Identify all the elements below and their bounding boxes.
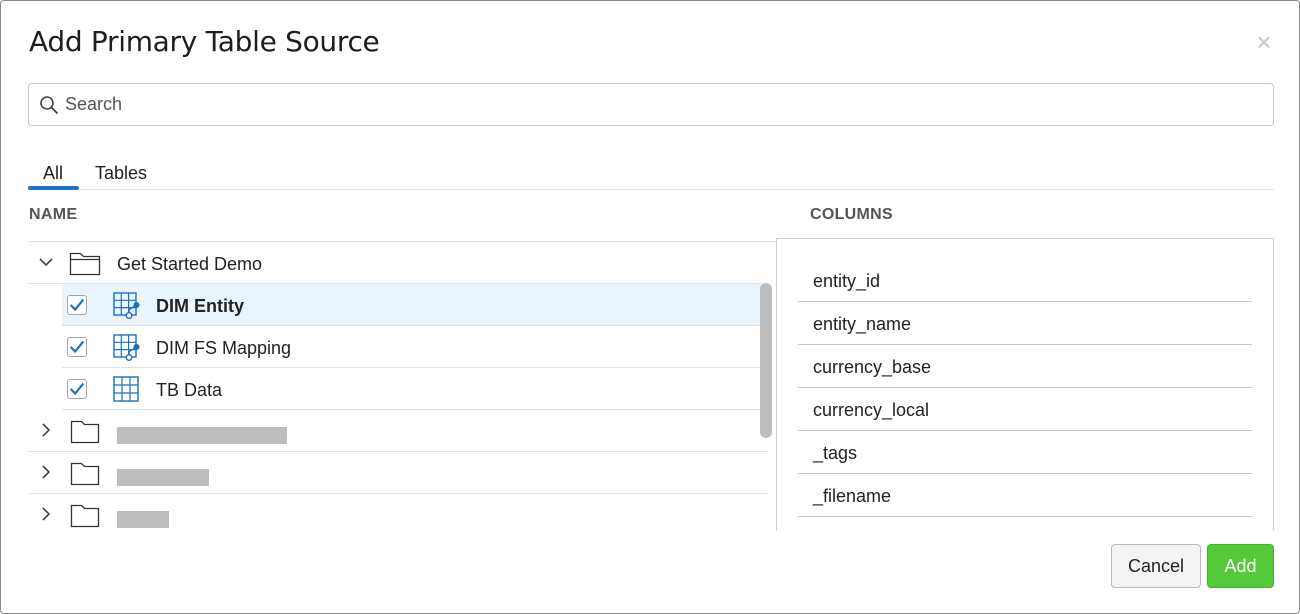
column-item: entity_name	[798, 302, 1252, 345]
tab-tables[interactable]: Tables	[95, 163, 147, 184]
chevron-right-icon[interactable]	[38, 506, 54, 522]
table-label: TB Data	[156, 380, 223, 400]
search-input[interactable]	[65, 84, 1255, 125]
column-item: _tags	[798, 431, 1252, 474]
dialog-title: Add Primary Table Source	[29, 25, 380, 58]
tree-folder-collapsed[interactable]	[28, 494, 768, 531]
redacted-folder-name	[117, 427, 287, 444]
add-primary-table-source-dialog: Add Primary Table Source × All Tables NA…	[0, 0, 1300, 614]
add-button[interactable]: Add	[1207, 544, 1274, 588]
tree-scrollbar-thumb[interactable]	[760, 283, 772, 438]
chevron-down-icon[interactable]	[38, 254, 54, 270]
linked-table-icon	[113, 334, 140, 361]
tree-item-dim-entity[interactable]: DIM Entity	[62, 284, 768, 326]
columns-header: COLUMNS	[810, 206, 893, 223]
checkmark-icon	[69, 382, 85, 396]
column-name: entity_id	[813, 271, 881, 291]
tab-bar: All Tables	[28, 161, 1274, 190]
folder-icon	[70, 420, 100, 444]
column-name: entity_name	[813, 314, 912, 334]
column-name: currency_local	[813, 400, 930, 420]
linked-table-icon	[113, 292, 140, 319]
tree-item-tb-data[interactable]: TB Data	[62, 368, 768, 410]
columns-panel: entity_id entity_name currency_base curr…	[776, 238, 1274, 531]
search-box[interactable]	[28, 83, 1274, 126]
table-label: DIM FS Mapping	[156, 338, 292, 358]
table-icon	[113, 376, 139, 402]
redacted-folder-name	[117, 511, 169, 528]
checkmark-icon	[69, 340, 85, 354]
search-icon	[40, 96, 58, 114]
folder-open-icon	[69, 252, 101, 276]
column-name: _filename	[813, 486, 892, 506]
active-tab-indicator	[28, 186, 79, 190]
folder-icon	[70, 462, 100, 486]
tab-all[interactable]: All	[43, 163, 63, 184]
tree-item-dim-fs-mapping[interactable]: DIM FS Mapping	[62, 326, 768, 368]
tree-folder-collapsed[interactable]	[28, 410, 768, 452]
tree-folder-get-started-demo[interactable]: Get Started Demo	[28, 242, 768, 284]
folder-icon	[70, 504, 100, 528]
column-item: _filename	[798, 474, 1252, 517]
tree-folder-collapsed[interactable]	[28, 452, 768, 494]
checkbox[interactable]	[67, 379, 87, 399]
column-item: currency_local	[798, 388, 1252, 431]
cancel-button[interactable]: Cancel	[1111, 544, 1201, 588]
table-label: DIM Entity	[156, 296, 244, 316]
column-item: entity_id	[798, 259, 1252, 302]
column-item: currency_base	[798, 345, 1252, 388]
chevron-right-icon[interactable]	[38, 422, 54, 438]
column-name: _tags	[813, 443, 858, 463]
checkbox[interactable]	[67, 337, 87, 357]
folder-label: Get Started Demo	[117, 254, 263, 274]
column-name: currency_base	[813, 357, 932, 377]
chevron-right-icon[interactable]	[38, 464, 54, 480]
source-tree: Get Started Demo DIM Entity DIM FS Mappi…	[28, 241, 776, 531]
redacted-folder-name	[117, 469, 209, 486]
checkbox[interactable]	[67, 295, 87, 315]
checkmark-icon	[69, 298, 85, 312]
close-icon[interactable]: ×	[1251, 29, 1277, 55]
name-column-header: NAME	[29, 206, 78, 223]
